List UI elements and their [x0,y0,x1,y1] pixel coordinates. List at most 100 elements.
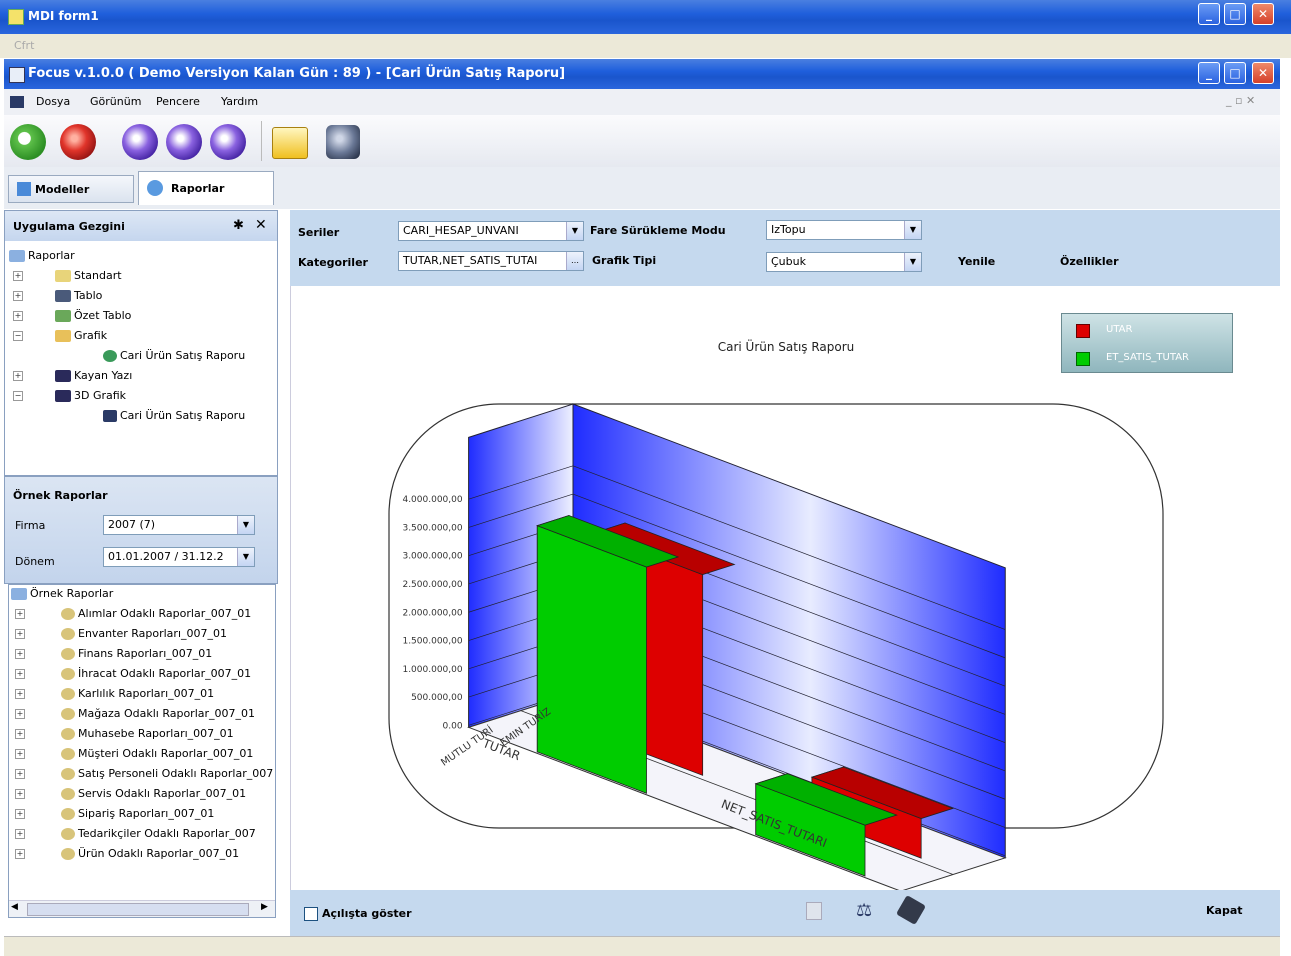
print-icon[interactable] [326,125,360,159]
chart-svg[interactable]: Cari Ürün Satış Raporu 0.00 500.000,00 1.0… [291,286,1281,890]
panel-close-icon[interactable]: ✕ [255,217,267,233]
app-maximize-button[interactable]: □ [1224,62,1246,84]
sample-report-item[interactable]: + Mağaza Odaklı Raporlar_007_01 [15,707,255,720]
expand-icon[interactable]: + [15,789,25,799]
firm-select[interactable]: 2007 (7) ▼ [103,515,255,535]
y-tick-label: 1.000.000,00 [402,665,462,675]
series-select[interactable]: CARI_HESAP_UNVANI ▼ [398,221,584,241]
tab-reports[interactable]: Raporlar [138,171,274,205]
scroll-thumb[interactable] [27,903,249,916]
drag-mode-select[interactable]: IzTopu ▼ [766,220,922,240]
expand-icon[interactable]: + [15,709,25,719]
tree-item-cari-urun-2d[interactable]: Cari Ürün Satış Raporu [103,349,245,362]
sample-reports-tree[interactable]: Örnek Raporlar + Alımlar Odaklı Raporlar_… [8,584,276,918]
tab-models[interactable]: Modeller [8,175,134,203]
tree-root-reports[interactable]: Raporlar [9,249,75,262]
expand-icon[interactable]: + [15,609,25,619]
tree-item-3d-grafik[interactable]: −3D Grafik [13,389,126,402]
sample-report-item[interactable]: + Finans Raporları_007_01 [15,647,212,660]
menu-item-window[interactable]: Pencere [156,95,200,108]
sample-report-item[interactable]: + Tedarikçiler Odaklı Raporlar_007 [15,827,256,840]
chart-folder-icon [55,330,71,342]
sample-report-item[interactable]: + Satış Personeli Odaklı Raporlar_007 [15,767,273,780]
app-close-button[interactable]: ✕ [1252,62,1274,84]
refresh-green-icon[interactable] [10,124,46,160]
nav-panel-header: Uygulama Gezgini ✱ ✕ [5,211,277,241]
categories-select[interactable]: TUTAR,NET_SATIS_TUTAI… [398,251,584,271]
outer-menu-item[interactable]: Cfrt [14,39,34,52]
sample-report-item[interactable]: + Ürün Odaklı Raporlar_007_01 [15,847,239,860]
sample-report-label: Alımlar Odaklı Raporlar_007_01 [78,607,252,620]
sample-report-item[interactable]: + Müşteri Odaklı Raporlar_007_01 [15,747,253,760]
mdi-restore-icons[interactable]: _ ▫ ✕ [1226,94,1255,107]
y-tick-label: 0.00 [443,721,463,731]
outer-window-title: MDI form1 [28,9,99,23]
tree-item-kayan-yazi[interactable]: + Kayan Yazı [13,369,132,382]
scroll-left-icon[interactable]: ◀ [11,902,18,912]
maximize-button[interactable]: □ [1224,3,1246,25]
export-icon[interactable] [272,127,308,159]
expand-icon[interactable]: + [15,809,25,819]
menu-grid-icon [10,96,24,108]
expand-icon[interactable]: + [15,689,25,699]
horizontal-scrollbar[interactable]: ◀ ▶ [9,900,275,917]
pin-icon[interactable]: ✱ [233,218,244,233]
scroll-right-icon[interactable]: ▶ [261,902,268,912]
sample-report-item[interactable]: + Karlılık Raporları_007_01 [15,687,214,700]
minimize-button[interactable]: _ [1198,3,1220,25]
sample-tree-root[interactable]: Örnek Raporlar [11,587,113,600]
sample-report-label: Finans Raporları_007_01 [78,647,213,660]
expand-icon[interactable]: + [15,629,25,639]
sample-report-item[interactable]: + İhracat Odaklı Raporlar_007_01 [15,667,251,680]
report-group-icon [61,808,75,820]
sample-report-item[interactable]: + Servis Odaklı Raporlar_007_01 [15,787,246,800]
expand-icon[interactable]: + [15,649,25,659]
close-report-button[interactable]: Kapat [1206,904,1243,917]
purple-arrow-icon-3[interactable] [210,124,246,160]
print-icon[interactable]: ⚖ [856,900,872,921]
properties-button[interactable]: Özellikler [1060,255,1119,268]
refresh-button[interactable]: Yenile [958,255,995,268]
chart-type-select[interactable]: Çubuk ▼ [766,252,922,272]
menu-item-help[interactable]: Yardım [221,95,258,108]
sample-report-label: Muhasebe Raporları_007_01 [78,727,234,740]
stop-red-icon[interactable] [60,124,96,160]
sample-report-item[interactable]: + Sipariş Raporları_007_01 [15,807,214,820]
sample-report-item[interactable]: + Envanter Raporları_007_01 [15,627,227,640]
save-disk-icon[interactable] [895,894,927,926]
chart-title: Cari Ürün Satış Raporu [718,338,855,354]
expand-icon[interactable]: + [15,829,25,839]
tree-item-standart[interactable]: + Standart [13,269,122,282]
print-preview-icon[interactable] [806,902,822,920]
tree-item-ozet-tablo[interactable]: + Özet Tablo [13,309,131,322]
tree-item-tablo[interactable]: + Tablo [13,289,102,302]
report-group-icon [61,628,75,640]
sample-report-label: Tedarikçiler Odaklı Raporlar_007 [78,827,256,840]
sample-report-item[interactable]: + Muhasebe Raporları_007_01 [15,727,234,740]
sample-report-item[interactable]: + Alımlar Odaklı Raporlar_007_01 [15,607,251,620]
report-group-icon [61,668,75,680]
expand-icon[interactable]: + [15,749,25,759]
menu-item-file[interactable]: Dosya [36,95,70,108]
tree-item-cari-urun-3d[interactable]: Cari Ürün Satış Raporu [103,409,245,422]
expand-icon[interactable]: + [15,729,25,739]
app-minimize-button[interactable]: _ [1198,62,1220,84]
period-select[interactable]: 01.01.2007 / 31.12.2 ▼ [103,547,255,567]
purple-arrow-icon-1[interactable] [122,124,158,160]
chevron-down-icon: ▼ [566,222,583,240]
tab-reports-label: Raporlar [171,182,225,195]
bar [536,525,647,794]
close-button[interactable]: ✕ [1252,3,1274,25]
tree-item-grafik[interactable]: − Grafik [13,329,107,342]
sample-report-label: İhracat Odaklı Raporlar_007_01 [78,667,252,680]
expand-icon[interactable]: + [15,669,25,679]
grid-icon [103,410,117,422]
app-title-bar: Focus v.1.0.0 ( Demo Versiyon Kalan Gün … [4,59,1280,89]
purple-arrow-icon-2[interactable] [166,124,202,160]
expand-icon[interactable]: + [15,769,25,779]
expand-icon[interactable]: + [15,849,25,859]
show-on-open-checkbox[interactable] [304,907,318,921]
chart-footer: Açılışta göster ⚖ Kapat [290,890,1280,936]
menu-item-view[interactable]: Görünüm [90,95,141,108]
y-tick-label: 3.500.000,00 [402,523,462,533]
